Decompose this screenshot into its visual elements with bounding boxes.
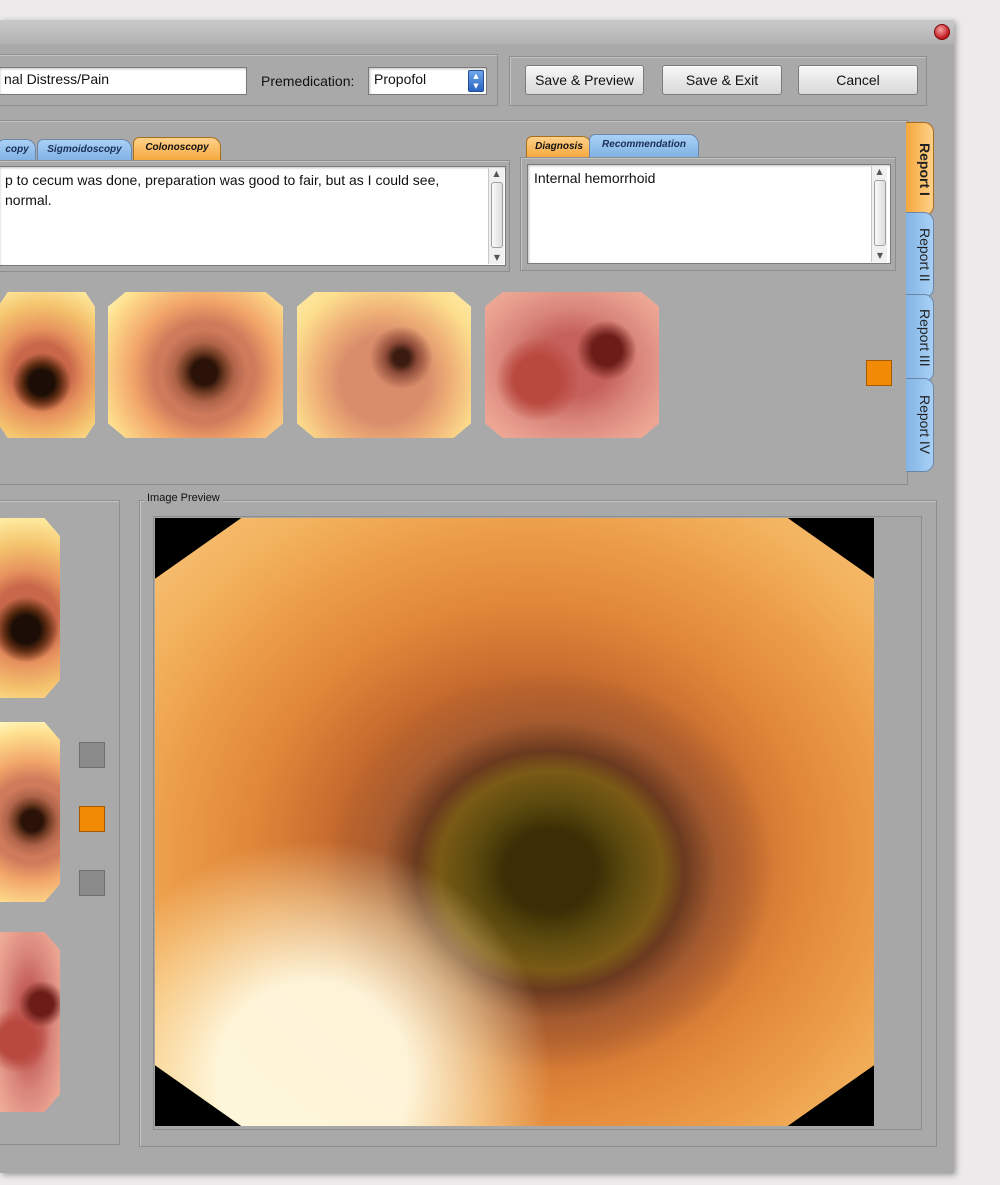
tab-report-3[interactable]: Report III xyxy=(906,294,934,382)
scrollbar-thumb[interactable] xyxy=(491,182,503,248)
diagnosis-textarea[interactable]: Internal hemorrhoid xyxy=(527,164,891,264)
scrollbar-thumb[interactable] xyxy=(874,180,886,246)
save-exit-button[interactable]: Save & Exit xyxy=(662,65,782,95)
preview-image[interactable] xyxy=(155,518,874,1126)
tab-recommendation[interactable]: Recommendation xyxy=(589,134,699,158)
tab-report-1[interactable]: Report I xyxy=(906,122,934,216)
strip-selector-gray[interactable] xyxy=(79,742,105,768)
image-preview-title: Image Preview xyxy=(144,492,223,504)
procedure-notes-textarea[interactable]: p to cecum was done, preparation was goo… xyxy=(0,166,506,266)
diagnosis-text: Internal hemorrhoid xyxy=(534,170,656,186)
save-preview-button[interactable]: Save & Preview xyxy=(525,65,644,95)
captured-image-thumbnail[interactable] xyxy=(0,292,95,438)
close-window-icon[interactable] xyxy=(934,24,950,40)
captured-image-thumbnail[interactable] xyxy=(297,292,471,438)
strip-selector-orange[interactable] xyxy=(79,806,105,832)
strip-image-thumbnail[interactable] xyxy=(0,722,60,902)
title-bar xyxy=(0,20,954,44)
scroll-up-icon[interactable]: ▲ xyxy=(489,168,504,180)
procedure-notes-scrollbar[interactable]: ▲ ▼ xyxy=(488,168,504,264)
cancel-button[interactable]: Cancel xyxy=(798,65,918,95)
procedure-notes-line-2: normal. xyxy=(5,192,52,208)
premedication-dropdown-icon[interactable]: ▲ ▼ xyxy=(468,70,484,92)
tab-sigmoidoscopy[interactable]: Sigmoidoscopy xyxy=(37,139,132,161)
complaint-field[interactable]: nal Distress/Pain xyxy=(0,67,247,95)
scroll-down-icon[interactable]: ▼ xyxy=(489,252,505,264)
scroll-down-icon[interactable]: ▼ xyxy=(872,250,888,262)
strip-image-thumbnail[interactable] xyxy=(0,932,60,1112)
tab-endoscopy[interactable]: copy xyxy=(0,139,36,161)
strip-image-thumbnail[interactable] xyxy=(0,518,60,698)
scroll-up-icon[interactable]: ▲ xyxy=(872,166,887,178)
diagnosis-scrollbar[interactable]: ▲ ▼ xyxy=(871,166,887,262)
captured-image-thumbnail[interactable] xyxy=(108,292,283,438)
tab-diagnosis[interactable]: Diagnosis xyxy=(526,136,592,158)
tab-colonoscopy[interactable]: Colonoscopy xyxy=(133,137,221,161)
tab-report-4[interactable]: Report IV xyxy=(906,378,934,472)
procedure-notes-line-1: p to cecum was done, preparation was goo… xyxy=(5,172,440,188)
tab-report-2[interactable]: Report II xyxy=(906,212,934,298)
captured-image-thumbnail[interactable] xyxy=(485,292,659,438)
strip-selector-gray[interactable] xyxy=(79,870,105,896)
selection-indicator[interactable] xyxy=(866,360,892,386)
premedication-label: Premedication: xyxy=(261,73,355,89)
